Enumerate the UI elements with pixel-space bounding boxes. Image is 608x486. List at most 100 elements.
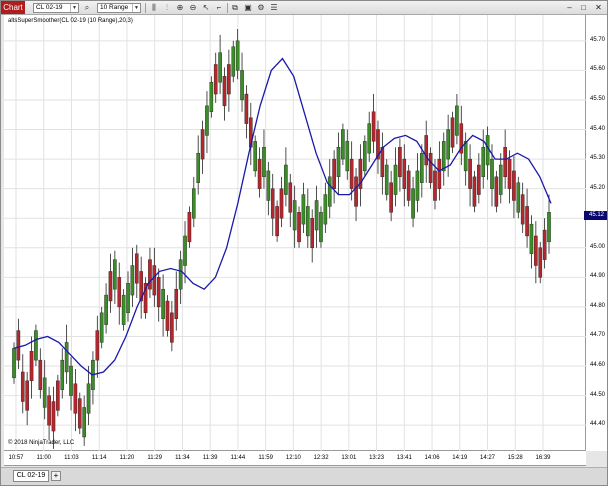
candle-down [428,152,433,183]
candle-up [319,212,323,243]
data-series-icon[interactable]: ⫶ [162,3,172,13]
candle-down [398,147,402,178]
instrument-selector[interactable]: CL 02-19 ▼ [33,3,79,13]
time-tick-label: 11:34 [175,455,190,461]
candle-up [481,147,486,178]
chart-panel[interactable]: altsSuperSmoother(CL 02-19 (10 Range),20… [4,15,586,451]
candle-down [20,371,25,402]
candle-up [367,123,372,154]
time-tick-label: 11:39 [202,455,218,461]
time-tick-label: 11:20 [119,455,135,461]
candle-up [178,259,183,290]
pointer-icon[interactable]: ↖ [201,3,211,13]
candle-down [95,330,100,361]
candle-down [349,158,354,189]
time-tick-label: 13:23 [369,455,385,461]
time-tick-label: 15:28 [507,455,523,461]
candle-up [42,377,47,408]
price-tick-label: 45.20 [590,184,606,191]
candle-up [121,294,126,325]
candle-up [411,188,415,219]
candle-up [161,288,165,319]
price-axis[interactable]: 45.7045.6045.5045.4045.3045.2045.1045.00… [586,15,607,451]
candle-down [354,176,358,207]
candle-up [113,259,117,290]
price-tick-label: 45.70 [590,36,606,43]
candle-up [455,105,459,136]
candle-down [332,158,336,189]
time-axis[interactable]: 10:57 11:00 11:03 11:14 11:20 11:29 11:34 11:39… [4,451,586,466]
candle-down [310,218,314,248]
last-price-marker: 45.12 [584,211,607,220]
bar-type-icon[interactable]: ⫼ [149,3,159,13]
candle-up [209,82,214,112]
drawing-tool-icon[interactable]: ⌐ [214,3,224,13]
candle-up [253,141,257,172]
candle-down [424,135,429,166]
candle-up [205,105,209,136]
candle-down [525,206,529,237]
strategy-icon[interactable]: ⚙ [256,3,266,13]
candle-up [196,152,200,183]
zoom-in-icon[interactable]: ⊕ [175,3,185,13]
candle-down [152,265,157,296]
chevron-down-icon: ▼ [132,4,140,12]
candle-up [327,176,332,207]
interval-selector[interactable]: 10 Range ▼ [97,3,141,13]
candle-up [341,129,345,160]
price-tick-label: 44.90 [590,273,606,280]
price-tick-label: 44.80 [590,302,606,309]
zoom-out-icon[interactable]: ⊖ [188,3,198,13]
time-tick-label: 11:59 [258,455,273,461]
candle-down [227,64,231,95]
candle-up [266,170,271,201]
maximize-icon[interactable]: □ [578,2,589,13]
search-icon[interactable]: ⌕ [82,3,92,13]
time-tick-label: 12:32 [313,455,329,461]
candle-up [547,212,551,243]
candle-down [165,300,170,331]
candle-up [86,383,91,414]
candle-up [498,164,503,195]
candle-up [218,52,222,83]
candle-up [235,40,240,71]
candle-up [529,223,534,254]
candle-down [494,176,499,207]
indicators-icon[interactable]: ▣ [243,3,253,13]
candle-down [117,277,122,308]
candle-up [323,194,328,225]
copy-icon[interactable]: ⧉ [230,3,240,13]
candle-down [503,147,507,178]
candle-down [538,247,543,278]
close-icon[interactable]: ✕ [593,2,604,13]
time-tick-label: 11:14 [91,455,107,461]
candle-up [284,164,288,195]
candle-down [450,117,455,148]
instrument-value: CL 02-19 [36,4,63,11]
candle-down [542,229,547,260]
candle-down [73,383,78,414]
candle-down [297,212,301,243]
price-tick-label: 45.00 [590,243,606,250]
candle-down [77,398,82,429]
time-tick-label: 13:01 [341,455,357,461]
candle-up [415,170,420,201]
candle-up [446,129,450,160]
toolbar-divider [227,3,228,13]
candle-down [507,158,512,189]
add-tab-button[interactable]: + [51,471,61,481]
candle-down [47,395,51,426]
chart-title-tab[interactable]: Chart [1,1,25,14]
properties-icon[interactable]: ☰ [269,3,279,13]
candle-up [231,46,236,77]
candle-down [380,147,385,178]
price-tick-label: 45.40 [590,125,606,132]
price-tick-label: 44.60 [590,362,606,369]
price-tick-label: 44.70 [590,332,606,339]
candle-down [29,351,34,382]
minimize-icon[interactable]: – [564,2,575,13]
candle-up [384,164,389,195]
time-tick-label: 14:06 [424,455,440,461]
tab-instrument[interactable]: CL 02-19 [13,470,49,482]
candle-down [288,182,293,213]
